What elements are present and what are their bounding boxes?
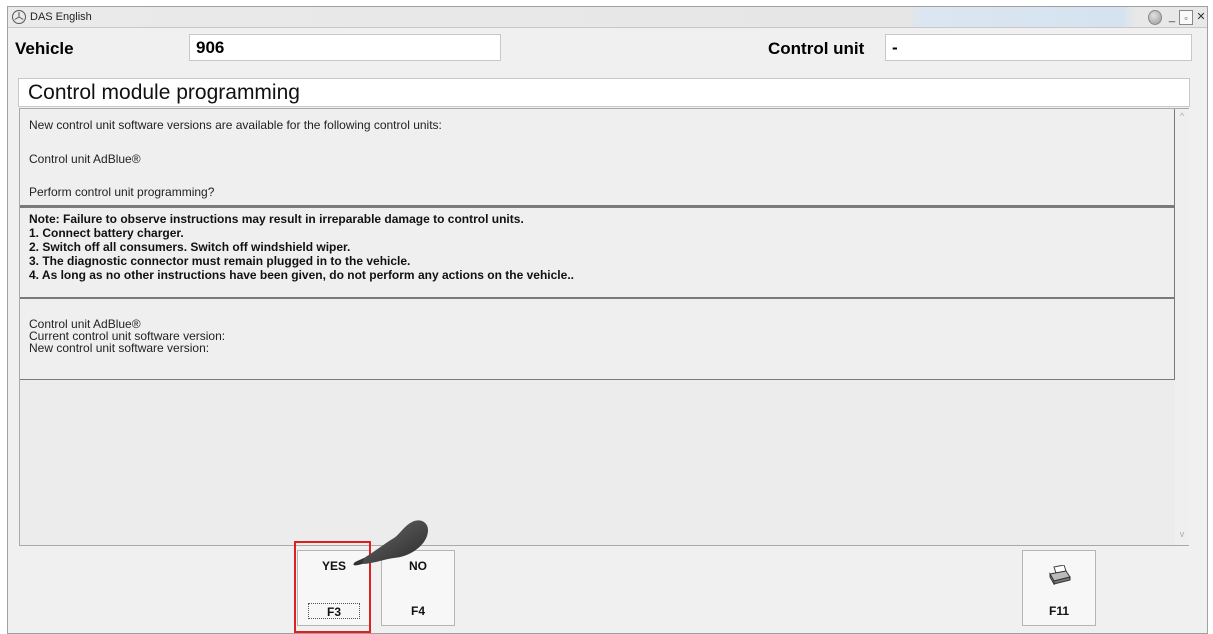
info-line: Control unit AdBlue® [29, 152, 141, 166]
close-button[interactable]: ✕ [1195, 10, 1207, 25]
scroll-down-icon[interactable]: v [1175, 529, 1189, 541]
vertical-scrollbar[interactable]: ^ v [1175, 109, 1189, 545]
help-icon[interactable] [1148, 10, 1162, 25]
f11-key-label: F11 [1048, 604, 1069, 618]
minimize-button[interactable]: _ [1165, 10, 1179, 25]
message-panel: New control unit software versions are a… [19, 108, 1189, 546]
scroll-up-icon[interactable]: ^ [1175, 111, 1189, 123]
control-unit-label: Control unit [768, 39, 865, 58]
info-line: Perform control unit programming? [29, 185, 215, 199]
detail-line: New control unit software version: [29, 341, 210, 355]
note-line: 2. Switch off all consumers. Switch off … [29, 240, 351, 254]
note-line: 3. The diagnostic connector must remain … [29, 254, 411, 268]
pointing-hand-icon [350, 508, 430, 573]
info-line: New control unit software versions are a… [29, 118, 442, 132]
vehicle-header: Vehicle 906 Control unit - [9, 29, 1206, 67]
vehicle-label: Vehicle [15, 39, 74, 58]
printer-icon [1048, 564, 1072, 590]
details-block: Control unit AdBlue® Current control uni… [20, 298, 1175, 380]
f4-key-label: F4 [410, 604, 425, 618]
page-title: Control module programming [18, 78, 1190, 107]
control-unit-field: - [885, 34, 1192, 61]
print-button[interactable]: F11 [1022, 550, 1096, 626]
mercedes-star-icon [12, 10, 26, 24]
title-bar: DAS English _ ▫ ✕ [8, 7, 1207, 28]
note-line: 4. As long as no other instructions have… [29, 268, 574, 282]
info-block: New control unit software versions are a… [20, 109, 1175, 206]
restore-button[interactable]: ▫ [1179, 10, 1193, 25]
note-line: 1. Connect battery charger. [29, 226, 184, 240]
window-title: DAS English [30, 11, 92, 23]
note-block: Note: Failure to observe instructions ma… [20, 206, 1175, 298]
vehicle-field: 906 [189, 34, 501, 61]
note-line: Note: Failure to observe instructions ma… [29, 212, 524, 226]
